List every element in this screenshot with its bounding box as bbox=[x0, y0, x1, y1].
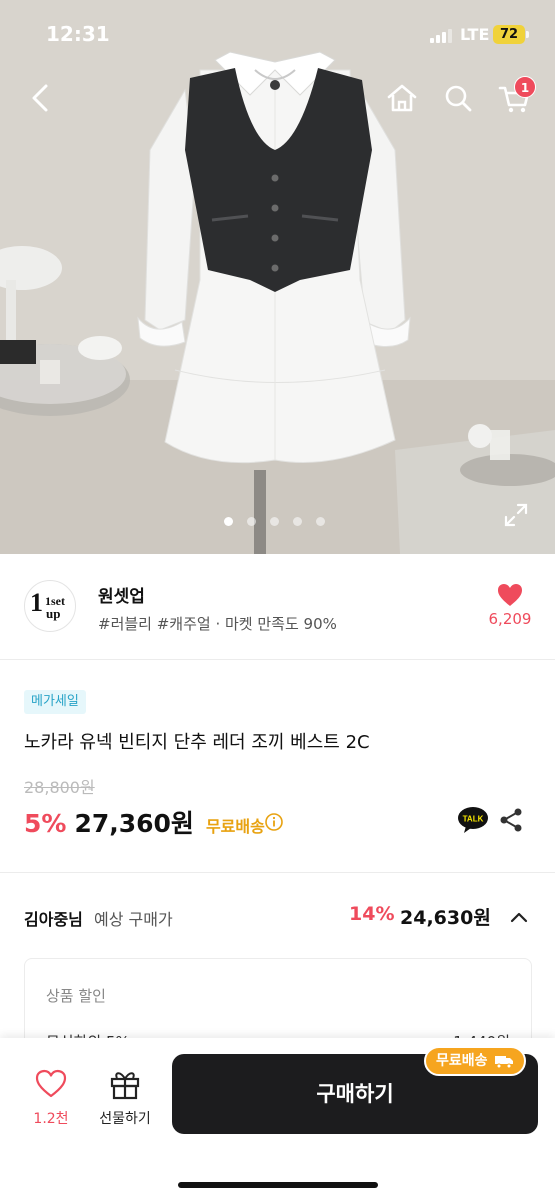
home-icon bbox=[387, 84, 417, 112]
seller-tags: #러블리 #캐주얼 · 마켓 만족도 90% bbox=[98, 615, 337, 633]
section-divider bbox=[0, 872, 555, 873]
search-button[interactable] bbox=[438, 78, 478, 118]
user-name: 김아중님 bbox=[24, 910, 83, 929]
gift-button[interactable]: 선물하기 bbox=[92, 1068, 158, 1128]
seller-logo[interactable]: 1 1set up bbox=[24, 580, 76, 632]
gallery-dot[interactable] bbox=[247, 517, 256, 526]
home-button[interactable] bbox=[382, 78, 422, 118]
gallery-dot[interactable] bbox=[293, 517, 302, 526]
shipping-info-button[interactable] bbox=[264, 812, 284, 832]
gallery-dot[interactable] bbox=[316, 517, 325, 526]
svg-text:1: 1 bbox=[30, 588, 43, 617]
share-icon bbox=[500, 808, 522, 832]
seller-logo-mark: 1 1set up bbox=[30, 588, 65, 621]
discount-rate: 5% bbox=[24, 809, 67, 838]
product-title: 노카라 유넥 빈티지 단추 레더 조끼 베스트 2C bbox=[24, 732, 370, 753]
sale-price: 27,360원 bbox=[74, 809, 194, 838]
free-shipping-label: 무료배송 bbox=[205, 817, 265, 836]
free-shipping-pill-label: 무료배송 bbox=[436, 1053, 488, 1069]
expand-button[interactable] bbox=[503, 502, 529, 528]
heart-icon bbox=[498, 584, 522, 606]
expand-icon bbox=[504, 503, 528, 527]
seller-name[interactable]: 원셋업 bbox=[98, 582, 145, 607]
gift-label: 선물하기 bbox=[99, 1111, 151, 1127]
kakao-talk-icon: TALK bbox=[458, 807, 488, 833]
chevron-left-icon bbox=[32, 84, 48, 112]
search-icon bbox=[445, 85, 472, 112]
bottom-action-bar: 1.2천 선물하기 구매하기 무료배송 bbox=[0, 1038, 555, 1200]
product-image-gallery[interactable]: 12:31 LTE 72 1 bbox=[0, 0, 555, 554]
original-price: 28,800원 bbox=[24, 778, 95, 797]
cart-badge: 1 bbox=[514, 76, 536, 98]
back-button[interactable] bbox=[20, 78, 60, 118]
expected-price-label: 예상 구매가 bbox=[94, 910, 173, 929]
gallery-pagination bbox=[224, 517, 325, 526]
status-time: 12:31 bbox=[46, 22, 110, 46]
wishlist-count: 1.2천 bbox=[33, 1111, 69, 1127]
network-label: LTE bbox=[460, 25, 490, 44]
info-icon bbox=[265, 813, 283, 831]
signal-icon bbox=[430, 29, 454, 43]
heart-outline-icon bbox=[35, 1069, 67, 1098]
gift-icon bbox=[110, 1072, 140, 1100]
seller-like-count: 6,209 bbox=[488, 610, 532, 628]
status-bar: 12:31 LTE 72 bbox=[0, 0, 555, 70]
expected-price-toggle[interactable]: 김아중님 예상 구매가 14% 24,630원 bbox=[24, 900, 532, 934]
expected-discount-rate: 14% bbox=[349, 903, 395, 925]
chevron-up-icon bbox=[510, 912, 528, 923]
battery-tip bbox=[526, 31, 529, 38]
free-shipping-pill: 무료배송 bbox=[424, 1046, 526, 1076]
seller-logo-text-2: up bbox=[46, 606, 60, 621]
svg-text:TALK: TALK bbox=[463, 815, 484, 824]
mega-sale-badge: 메가세일 bbox=[24, 690, 86, 714]
discount-box-title: 상품 할인 bbox=[46, 987, 106, 1005]
price-row: 5% 27,360원 무료배송 bbox=[24, 804, 265, 840]
seller-section[interactable]: 1 1set up 원셋업 #러블리 #캐주얼 · 마켓 만족도 90% 6,2… bbox=[0, 554, 555, 660]
expected-price: 24,630원 bbox=[400, 907, 491, 929]
seller-like-button[interactable]: 6,209 bbox=[480, 582, 540, 632]
truck-icon bbox=[494, 1056, 513, 1069]
home-indicator bbox=[178, 1182, 378, 1188]
kakao-talk-share-button[interactable]: TALK bbox=[457, 806, 489, 834]
wishlist-button[interactable]: 1.2천 bbox=[26, 1068, 76, 1128]
share-button[interactable] bbox=[497, 806, 525, 834]
battery-icon: 72 bbox=[493, 25, 525, 44]
gallery-dot[interactable] bbox=[224, 517, 233, 526]
gallery-dot[interactable] bbox=[270, 517, 279, 526]
